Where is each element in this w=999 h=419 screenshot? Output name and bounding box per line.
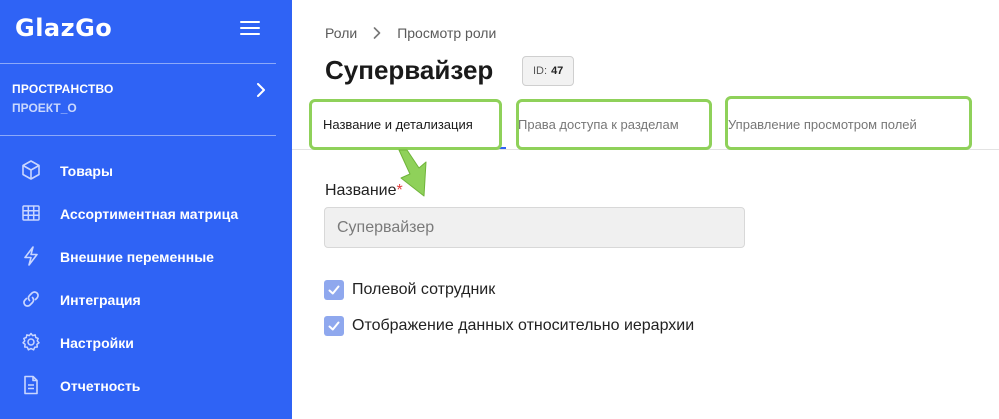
sidebar-item-products[interactable]: Товары (0, 149, 292, 192)
checkbox-label: Полевой сотрудник (352, 281, 496, 298)
name-label-text: Название (325, 182, 397, 199)
sidebar-item-label: Отчетность (60, 377, 141, 394)
sidebar-item-external-vars[interactable]: Внешние переменные (0, 235, 292, 278)
sidebar-divider (0, 135, 276, 136)
breadcrumb-roles-link[interactable]: Роли (325, 25, 357, 41)
tab-field-visibility[interactable]: Управление просмотром полей (728, 98, 917, 150)
sidebar-item-label: Настройки (60, 334, 134, 351)
grid-icon (22, 205, 40, 221)
space-value: ПРОЕКТ_О (12, 101, 77, 115)
link-icon (23, 291, 39, 307)
checkmark-icon (328, 321, 340, 331)
sidebar-item-label: Интеграция (60, 291, 141, 308)
sidebar-item-label: Ассортиментная матрица (60, 205, 239, 222)
app: GlazGo ПРОСТРАНСТВО ПРОЕКТ_О Товары Ассо… (0, 0, 999, 419)
checkbox-hierarchy-data[interactable]: Отображение данных относительно иерархии (324, 316, 694, 336)
id-value: 47 (551, 65, 564, 77)
sidebar-divider (0, 63, 276, 64)
name-input[interactable] (324, 207, 745, 248)
checkbox[interactable] (324, 316, 344, 336)
sidebar: GlazGo ПРОСТРАНСТВО ПРОЕКТ_О Товары Ассо… (0, 0, 292, 419)
checkmark-icon (328, 285, 340, 295)
checkbox-label: Отображение данных относительно иерархии (352, 317, 695, 334)
document-icon (24, 375, 38, 395)
sidebar-item-label: Внешние переменные (60, 248, 214, 265)
tab-section-access[interactable]: Права доступа к разделам (518, 98, 679, 150)
required-mark: * (396, 182, 403, 199)
sidebar-nav: Товары Ассортиментная матрица Внешние пе… (0, 149, 292, 407)
space-selector[interactable]: ПРОСТРАНСТВО ПРОЕКТ_О (12, 82, 274, 118)
sidebar-item-integration[interactable]: Интеграция (0, 278, 292, 321)
menu-icon[interactable] (240, 20, 260, 36)
tab-name-details[interactable]: Название и детализация (323, 98, 473, 150)
name-field-label: Название* (325, 182, 403, 200)
lightning-icon (24, 246, 38, 266)
chevron-right-icon (257, 83, 265, 97)
id-badge: ID: 47 (522, 56, 575, 86)
sidebar-item-reports[interactable]: Отчетность (0, 364, 292, 407)
gear-icon (22, 332, 40, 351)
chevron-right-icon (373, 27, 381, 39)
space-title: ПРОСТРАНСТВО (12, 82, 114, 96)
checkbox[interactable] (324, 280, 344, 300)
main-content: Роли Просмотр роли Супервайзер ID: 47 Наз… (292, 0, 999, 419)
page-title: Супервайзер (325, 55, 494, 85)
breadcrumb-current: Просмотр роли (397, 25, 497, 41)
sidebar-item-label: Товары (60, 162, 113, 179)
logo: GlazGo (15, 14, 113, 42)
sidebar-item-assortment[interactable]: Ассортиментная матрица (0, 192, 292, 235)
breadcrumb: Роли Просмотр роли (325, 25, 496, 41)
pointer-arrow-icon (398, 149, 427, 197)
cube-icon (22, 160, 40, 180)
checkbox-field-employee[interactable]: Полевой сотрудник (324, 280, 495, 300)
tabs-bar: Название и детализация Права доступа к р… (292, 98, 999, 150)
sidebar-item-settings[interactable]: Настройки (0, 321, 292, 364)
id-label: ID: (533, 65, 548, 77)
